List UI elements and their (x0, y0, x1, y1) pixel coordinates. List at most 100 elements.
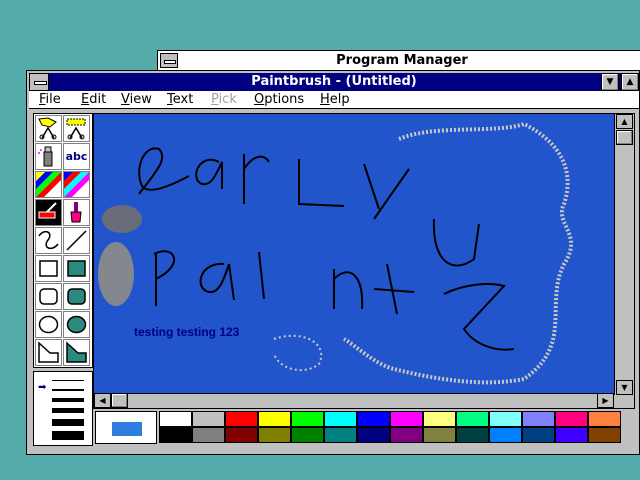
palette-swatch[interactable] (588, 411, 621, 427)
palette-swatch[interactable] (225, 427, 258, 443)
scroll-up-button[interactable]: ▲ (616, 114, 633, 129)
horizontal-scrollbar[interactable]: ◀ ▶ (94, 393, 614, 408)
current-colors (95, 411, 157, 444)
palette-swatch[interactable] (489, 427, 522, 443)
menu-help[interactable]: Help (320, 92, 350, 107)
selected-width-arrow-icon: ➡ (38, 382, 47, 393)
box-icon (39, 260, 58, 277)
palette-swatch[interactable] (324, 427, 357, 443)
menu-view[interactable]: View (121, 92, 152, 107)
palette-swatch[interactable] (291, 427, 324, 443)
tool-circle[interactable] (35, 311, 62, 338)
program-manager-titlebar[interactable]: Program Manager (158, 51, 640, 71)
toolbox: abc (33, 113, 93, 368)
palette-swatch[interactable] (489, 411, 522, 427)
palette-swatch[interactable] (522, 411, 555, 427)
tool-pick[interactable] (63, 115, 90, 142)
menu-edit[interactable]: Edit (81, 92, 106, 107)
minimize-button[interactable]: ▼ (601, 73, 619, 91)
polygon-icon (38, 341, 59, 363)
palette-swatch[interactable] (291, 411, 324, 427)
tool-brush[interactable] (63, 199, 90, 226)
tool-airbrush[interactable] (35, 143, 62, 170)
airbrush-icon (38, 146, 53, 167)
palette-swatch[interactable] (423, 427, 456, 443)
canvas-text: testing testing 123 (134, 325, 240, 339)
vertical-scroll-thumb[interactable] (616, 130, 633, 145)
horizontal-scroll-thumb[interactable] (111, 393, 128, 408)
menu-pick[interactable]: Pick (211, 92, 237, 107)
palette-swatch[interactable] (390, 411, 423, 427)
tool-rounded-box[interactable] (35, 283, 62, 310)
line-width-3[interactable] (52, 398, 84, 402)
scroll-right-button[interactable]: ▶ (597, 393, 614, 408)
line-width-5[interactable] (52, 419, 84, 426)
canvas-area: testing testing 123 ▲ ▼ ◀ ▶ (93, 113, 635, 409)
filled-box-icon (67, 260, 86, 277)
scroll-left-button[interactable]: ◀ (94, 393, 111, 408)
vertical-scrollbar[interactable]: ▲ ▼ (614, 114, 634, 395)
tool-color-eraser[interactable] (35, 171, 62, 198)
palette-swatch[interactable] (357, 427, 390, 443)
palette-swatch[interactable] (456, 427, 489, 443)
circle-icon (38, 315, 59, 334)
menu-text[interactable]: Text (167, 92, 193, 107)
color-eraser-icon (36, 172, 61, 197)
brush-icon (70, 202, 82, 223)
filled-polygon-icon (66, 341, 87, 363)
palette-swatch[interactable] (456, 411, 489, 427)
scroll-down-button[interactable]: ▼ (616, 380, 633, 395)
tool-eraser[interactable] (63, 171, 90, 198)
palette-swatch[interactable] (522, 427, 555, 443)
paint-roller-icon (38, 202, 57, 219)
tool-text[interactable]: abc (63, 143, 90, 170)
menu-options[interactable]: Options (254, 92, 304, 107)
tool-filled-box[interactable] (63, 255, 90, 282)
tool-scissors[interactable] (35, 115, 62, 142)
tool-box[interactable] (35, 255, 62, 282)
scissors-icon (38, 117, 57, 140)
line-width-4[interactable] (52, 408, 84, 413)
canvas-drawing: testing testing 123 (98, 121, 573, 385)
foreground-color (112, 422, 142, 436)
maximize-button[interactable]: ▲ (621, 73, 639, 91)
palette-swatch[interactable] (225, 411, 258, 427)
menu-file[interactable]: File (39, 92, 61, 107)
program-manager-title: Program Manager (336, 53, 468, 68)
palette-swatch[interactable] (258, 427, 291, 443)
line-icon (66, 230, 87, 251)
tool-filled-rounded-box[interactable] (63, 283, 90, 310)
menu-bar: File Edit View Text Pick Options Help (29, 91, 639, 109)
line-width-6[interactable] (52, 431, 84, 440)
palette-swatch[interactable] (555, 411, 588, 427)
palette-swatch[interactable] (159, 427, 192, 443)
drawing-canvas[interactable]: testing testing 123 (94, 114, 614, 395)
tool-curve[interactable] (35, 227, 62, 254)
line-width-2[interactable] (52, 389, 84, 391)
palette-swatch[interactable] (555, 427, 588, 443)
line-width-box[interactable]: ➡ (33, 371, 93, 446)
palette-swatch[interactable] (357, 411, 390, 427)
palette-swatch[interactable] (192, 411, 225, 427)
paintbrush-window[interactable]: Paintbrush - (Untitled) ▼ ▲ File Edit Vi… (26, 70, 640, 455)
tool-polygon[interactable] (35, 339, 62, 366)
palette-swatch[interactable] (324, 411, 357, 427)
text-icon: abc (65, 150, 88, 163)
line-width-1[interactable] (52, 380, 84, 381)
curve-icon (38, 230, 59, 250)
palette-swatch[interactable] (390, 427, 423, 443)
palette-swatch[interactable] (192, 427, 225, 443)
tool-filled-polygon[interactable] (63, 339, 90, 366)
palette-swatch[interactable] (588, 427, 621, 443)
paintbrush-titlebar[interactable]: Paintbrush - (Untitled) ▼ ▲ (29, 73, 639, 91)
filled-circle-icon (66, 315, 87, 334)
tool-line[interactable] (63, 227, 90, 254)
palette-swatch[interactable] (258, 411, 291, 427)
palette-swatch[interactable] (423, 411, 456, 427)
palette-swatch[interactable] (159, 411, 192, 427)
tool-filled-circle[interactable] (63, 311, 90, 338)
color-palette (93, 411, 633, 447)
rounded-box-icon (39, 288, 58, 305)
eraser-icon (64, 172, 89, 197)
tool-paint-roller[interactable] (35, 199, 62, 226)
